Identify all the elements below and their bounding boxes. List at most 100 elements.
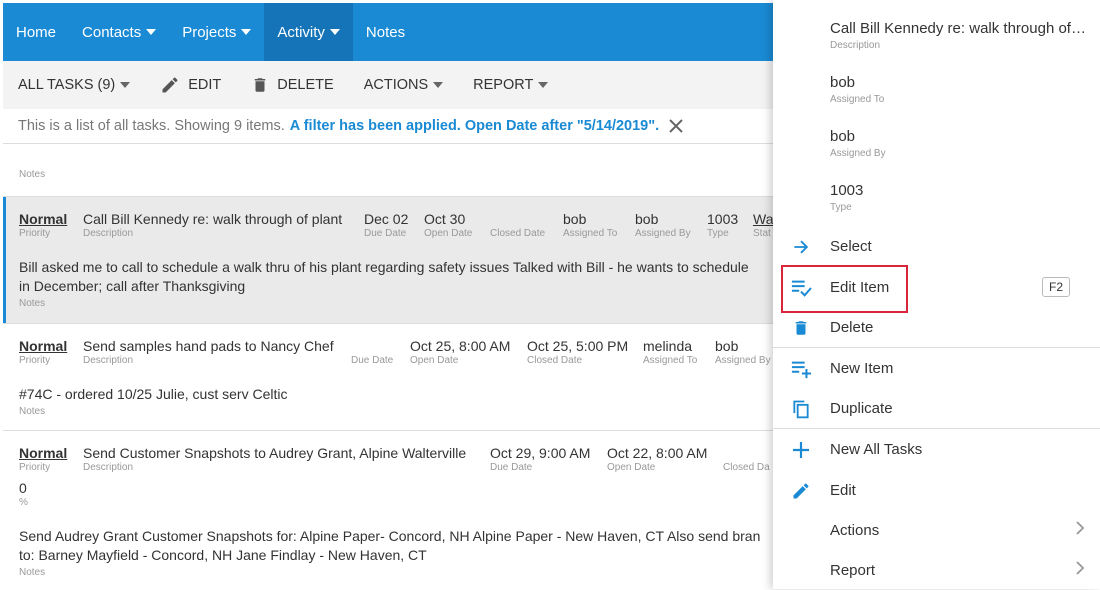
type-label: Type	[707, 228, 729, 239]
nav-projects-label: Projects	[182, 23, 237, 41]
description-label: Description	[83, 462, 134, 473]
assigned-to-label: Assigned To	[643, 355, 698, 366]
priority-value[interactable]: Normal	[19, 338, 67, 354]
report-label: REPORT	[473, 77, 534, 93]
open-date-cell: Oct 22, 8:00 AM Open Date	[607, 445, 707, 473]
priority-cell: Normal Priority	[19, 445, 67, 473]
status-cell: Wa Stat	[753, 211, 773, 239]
description-label: Description	[83, 355, 134, 366]
edit-list-check-icon	[790, 277, 812, 299]
menu-report[interactable]: Report	[773, 550, 1100, 590]
assigned-to-cell: melinda Assigned To	[643, 338, 697, 366]
detail-type: 1003 Type	[830, 182, 863, 213]
filter-applied-link[interactable]: A filter has been applied. Open Date aft…	[290, 118, 659, 134]
status-label: Stat	[753, 228, 771, 239]
menu-duplicate[interactable]: Duplicate	[773, 388, 1100, 428]
closed-date-cell: Closed Date	[490, 211, 545, 239]
percent-cell: 0 %	[19, 480, 28, 508]
nav-home-label: Home	[16, 23, 57, 41]
notes-cell: #74C - ordered 10/25 Julie, cust serv Ce…	[19, 385, 773, 421]
description-cell: Send Customer Snapshots to Audrey Grant,…	[83, 445, 466, 473]
open-date-cell: Oct 30 Open Date	[424, 211, 472, 239]
description-value: Send samples hand pads to Nancy Chef	[83, 338, 334, 354]
nav-notes[interactable]: Notes	[353, 3, 418, 61]
menu-new-item-label: New Item	[830, 359, 894, 377]
toolbar: ALL TASKS (9) EDIT DELETE ACTIONS REPORT	[3, 61, 773, 109]
assigned-to-cell: bob Assigned To	[563, 211, 617, 239]
nav-home[interactable]: Home	[3, 3, 69, 61]
menu-actions[interactable]: Actions	[773, 510, 1100, 550]
open-date-label: Open Date	[607, 462, 656, 473]
priority-label: Priority	[19, 355, 51, 366]
menu-select[interactable]: Select	[773, 226, 1100, 266]
menu-edit[interactable]: Edit	[773, 470, 1100, 510]
priority-value[interactable]: Normal	[19, 211, 67, 227]
trash-icon	[790, 317, 812, 339]
detail-label: Description	[830, 40, 881, 51]
menu-new-all-tasks-label: New All Tasks	[830, 440, 923, 458]
open-date-value: Oct 30	[424, 211, 466, 227]
copy-icon	[790, 398, 812, 420]
chevron-right-icon	[1075, 560, 1085, 581]
description-cell: Send samples hand pads to Nancy Chef Des…	[83, 338, 334, 366]
closed-date-label: Closed Date	[490, 228, 546, 239]
filter-bar: This is a list of all tasks. Showing 9 i…	[3, 109, 773, 144]
edit-label: EDIT	[188, 77, 222, 93]
open-date-cell: Oct 25, 8:00 AM Open Date	[410, 338, 510, 366]
assigned-by-cell: bob Assigned By	[715, 338, 771, 366]
menu-edit-label: Edit	[830, 481, 856, 499]
menu-delete-label: Delete	[830, 318, 874, 336]
percent-value: 0	[19, 480, 27, 496]
menu-new-all-tasks[interactable]: New All Tasks	[773, 429, 1100, 469]
table-row[interactable]: Normal Priority Call Bill Kennedy re: wa…	[3, 197, 773, 323]
assigned-by-label: Assigned By	[635, 228, 691, 239]
type-cell: 1003 Type	[707, 211, 738, 239]
detail-label: Type	[830, 202, 852, 213]
menu-edit-item[interactable]: Edit Item F2	[773, 267, 1100, 307]
type-value: 1003	[707, 211, 739, 227]
caret-down-icon	[120, 82, 131, 88]
assigned-to-label: Assigned To	[563, 228, 618, 239]
closed-date-cell: Oct 25, 5:00 PM Closed Date	[527, 338, 628, 366]
due-date-value: Dec 02	[364, 211, 409, 227]
delete-label: DELETE	[277, 77, 334, 93]
delete-button[interactable]: DELETE	[236, 75, 348, 95]
detail-value: 1003	[830, 182, 864, 199]
open-date-label: Open Date	[410, 355, 459, 366]
notes-label: Notes	[19, 567, 46, 578]
table-row[interactable]: Normal Priority Send Customer Snapshots …	[3, 431, 773, 589]
edit-button[interactable]: EDIT	[145, 75, 236, 95]
all-tasks-label: ALL TASKS (9)	[18, 77, 116, 93]
open-date-value: Oct 22, 8:00 AM	[607, 445, 708, 461]
priority-value[interactable]: Normal	[19, 445, 67, 461]
nav-projects[interactable]: Projects	[169, 3, 264, 61]
actions-label: ACTIONS	[363, 77, 429, 93]
nav-activity[interactable]: Activity	[264, 3, 353, 61]
task-list: Notes Normal Priority Call Bill Kennedy …	[3, 144, 773, 589]
actions-dropdown[interactable]: ACTIONS	[349, 77, 458, 93]
notes-label: Notes	[19, 298, 46, 309]
arrow-right-icon	[790, 236, 812, 258]
caret-down-icon	[241, 29, 252, 35]
assigned-by-value: bob	[635, 211, 659, 227]
menu-new-item[interactable]: New Item	[773, 348, 1100, 388]
status-value[interactable]: Wa	[753, 211, 773, 227]
due-date-value: Oct 29, 9:00 AM	[490, 445, 591, 461]
report-dropdown[interactable]: REPORT	[458, 77, 563, 93]
due-date-cell: Due Date	[351, 338, 393, 366]
top-nav: Home Contacts Projects Activity Notes	[3, 3, 773, 61]
menu-duplicate-label: Duplicate	[830, 399, 893, 417]
priority-cell: Normal Priority	[19, 211, 67, 239]
all-tasks-dropdown[interactable]: ALL TASKS (9)	[3, 77, 145, 93]
due-date-label: Due Date	[490, 462, 533, 473]
table-row[interactable]: Normal Priority Send samples hand pads t…	[3, 324, 773, 429]
clear-filter-icon[interactable]	[669, 119, 683, 133]
menu-report-label: Report	[830, 561, 876, 579]
nav-contacts[interactable]: Contacts	[69, 3, 169, 61]
notes-column-header: Notes	[19, 169, 46, 180]
nav-notes-label: Notes	[365, 23, 406, 41]
description-value: Send Customer Snapshots to Audrey Grant,…	[83, 445, 467, 461]
menu-delete[interactable]: Delete	[773, 307, 1100, 347]
pencil-icon	[160, 75, 180, 95]
due-date-label: Due Date	[351, 355, 394, 366]
